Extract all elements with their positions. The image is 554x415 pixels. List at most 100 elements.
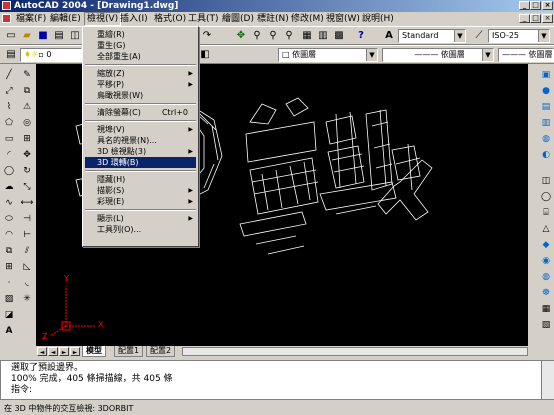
trim-icon[interactable]: ⊣	[20, 212, 34, 226]
design-center-icon[interactable]: ▥	[316, 29, 330, 43]
cylinder-icon[interactable]: ⌸	[539, 206, 553, 220]
move-icon[interactable]: ✥	[20, 148, 34, 162]
erase-icon[interactable]: ✎	[20, 68, 34, 82]
polygon-icon[interactable]: ⬠	[2, 116, 16, 130]
tab-model[interactable]: 模型	[82, 346, 106, 357]
doc-icon[interactable]	[0, 12, 14, 26]
menu-insert[interactable]: 插入(I)	[118, 12, 150, 26]
dim-style-icon[interactable]: ⟋	[472, 29, 486, 43]
ellipse-arc-icon[interactable]: ◠	[2, 228, 16, 242]
array-icon[interactable]: ⊞	[20, 132, 34, 146]
new-file-icon[interactable]: ▭	[4, 29, 18, 43]
zoom-window-icon[interactable]: ⚲	[266, 29, 280, 43]
revcloud-icon[interactable]: ☁	[2, 180, 16, 194]
open-folder-icon[interactable]: ▰	[20, 29, 34, 43]
dim-style-select[interactable]: ISO-25 ▼	[488, 29, 550, 43]
view-menu-item[interactable]: 工具列(O)...	[85, 224, 196, 235]
menu-edit[interactable]: 編輯(E)	[48, 12, 83, 26]
next-tab-button[interactable]: ►	[59, 347, 69, 356]
maximize-button[interactable]: □	[530, 1, 541, 10]
print-icon[interactable]: ▤	[52, 29, 66, 43]
view-menu-item[interactable]: 彩現(E) ▶	[85, 196, 196, 207]
doc-close-button[interactable]: ×	[542, 14, 553, 23]
lineweight-select[interactable]: ——— 依圖層	[498, 48, 554, 62]
first-tab-button[interactable]: ◄	[37, 347, 47, 356]
last-tab-button[interactable]: ►	[70, 347, 80, 356]
layer-previous-icon[interactable]: ◧	[198, 48, 212, 62]
slice-icon[interactable]: ▦	[539, 302, 553, 316]
menu-draw[interactable]: 繪圖(D)	[220, 12, 256, 26]
view-menu-item[interactable]: 重生(G)	[85, 40, 196, 51]
line-icon[interactable]: ╱	[2, 68, 16, 82]
circle-icon[interactable]: ◯	[2, 164, 16, 178]
chamfer-icon[interactable]: ◺	[20, 260, 34, 274]
tab-layout1[interactable]: 配置1	[114, 346, 144, 357]
ellipse-icon[interactable]: ⬭	[2, 212, 16, 226]
color-select[interactable]: □ 依圖層 ▼	[278, 48, 378, 62]
help-icon[interactable]: ?	[354, 29, 368, 43]
explode-icon[interactable]: ✳	[20, 292, 34, 306]
extrude-icon[interactable]: ◍	[539, 270, 553, 284]
make-block-icon[interactable]: ⊞	[2, 260, 16, 274]
menu-window[interactable]: 視窗(W)	[324, 12, 362, 26]
render-icon[interactable]: ◍	[539, 132, 553, 146]
command-scrollbar[interactable]	[541, 361, 554, 399]
sphere-icon[interactable]: ◯	[539, 190, 553, 204]
linetype-select[interactable]: ——— 依圖層 ▼	[382, 48, 494, 62]
view-menu-item[interactable]: 3D 環轉(B)	[85, 157, 196, 168]
doc-minimize-button[interactable]: _	[519, 14, 530, 23]
text-style-select[interactable]: Standard ▼	[398, 29, 466, 43]
view-menu-item[interactable]: 縮放(Z) ▶	[85, 68, 196, 79]
rectangle-icon[interactable]: ▭	[2, 132, 16, 146]
view-menu-item[interactable]: 描影(S) ▶	[85, 185, 196, 196]
view-menu-item[interactable]: 隱藏(H)	[85, 174, 196, 185]
text-style-icon[interactable]: A	[382, 29, 396, 43]
point-icon[interactable]: ·	[2, 276, 16, 290]
menu-dimension[interactable]: 標註(N)	[255, 12, 291, 26]
pan-icon[interactable]: ✥	[234, 29, 248, 43]
spline-icon[interactable]: ∿	[2, 196, 16, 210]
revolve-icon[interactable]: ☸	[539, 286, 553, 300]
hatch-icon[interactable]: ▨	[2, 292, 16, 306]
layer-select[interactable]: ♦☼▫ 0	[20, 48, 82, 62]
scale-icon[interactable]: ⤡	[20, 180, 34, 194]
view-menu-item[interactable]: 平移(P) ▶	[85, 79, 196, 90]
break-icon[interactable]: ⫽	[20, 244, 34, 258]
view-menu-item[interactable]: 3D 檢視點(3) ▶	[85, 146, 196, 157]
polyline-icon[interactable]: ⌇	[2, 100, 16, 114]
menu-modify[interactable]: 修改(M)	[289, 12, 326, 26]
torus-icon[interactable]: ◉	[539, 254, 553, 268]
section-icon[interactable]: ▧	[539, 318, 553, 332]
box-icon[interactable]: ◫	[539, 174, 553, 188]
offset-icon[interactable]: ◎	[20, 116, 34, 130]
construction-line-icon[interactable]: ⤢	[2, 84, 16, 98]
rotate-icon[interactable]: ↻	[20, 164, 34, 178]
zoom-realtime-icon[interactable]: ⚲	[250, 29, 264, 43]
wedge-icon[interactable]: ◆	[539, 238, 553, 252]
tool-palette-icon[interactable]: ▩	[332, 29, 346, 43]
menu-help[interactable]: 說明(H)	[360, 12, 396, 26]
preview-icon[interactable]: ◫	[68, 29, 82, 43]
cone-icon[interactable]: △	[539, 222, 553, 236]
zoom-previous-icon[interactable]: ⚲	[282, 29, 296, 43]
view-menu-item[interactable]: 鳥瞰視景(W)	[85, 90, 196, 101]
extend-icon[interactable]: ⊢	[20, 228, 34, 242]
close-button[interactable]: ×	[542, 1, 553, 10]
view-menu-item[interactable]: 具名的視景(N)...	[85, 135, 196, 146]
tab-layout2[interactable]: 配置2	[146, 346, 176, 357]
command-prompt[interactable]: 指令:	[11, 385, 32, 396]
copy-icon[interactable]: ⧉	[20, 84, 34, 98]
menu-tools[interactable]: 工具(T)	[186, 12, 221, 26]
view-menu-item[interactable]: 清除螢幕(C) Ctrl+0	[85, 107, 196, 118]
redo-icon[interactable]: ↷	[200, 29, 214, 43]
shade-gouraud-icon[interactable]: ●	[539, 84, 553, 98]
menu-format[interactable]: 格式(O)	[152, 12, 188, 26]
region-icon[interactable]: ◪	[2, 308, 16, 322]
wireframe-icon[interactable]: ▥	[539, 116, 553, 130]
scene-icon[interactable]: ◐	[539, 148, 553, 162]
insert-block-icon[interactable]: ⧉	[2, 244, 16, 258]
prev-tab-button[interactable]: ◄	[48, 347, 58, 356]
horizontal-scrollbar[interactable]	[182, 347, 528, 356]
view-menu-item[interactable]: 全部重生(A)	[85, 51, 196, 62]
shade-flat-icon[interactable]: ▣	[539, 68, 553, 82]
